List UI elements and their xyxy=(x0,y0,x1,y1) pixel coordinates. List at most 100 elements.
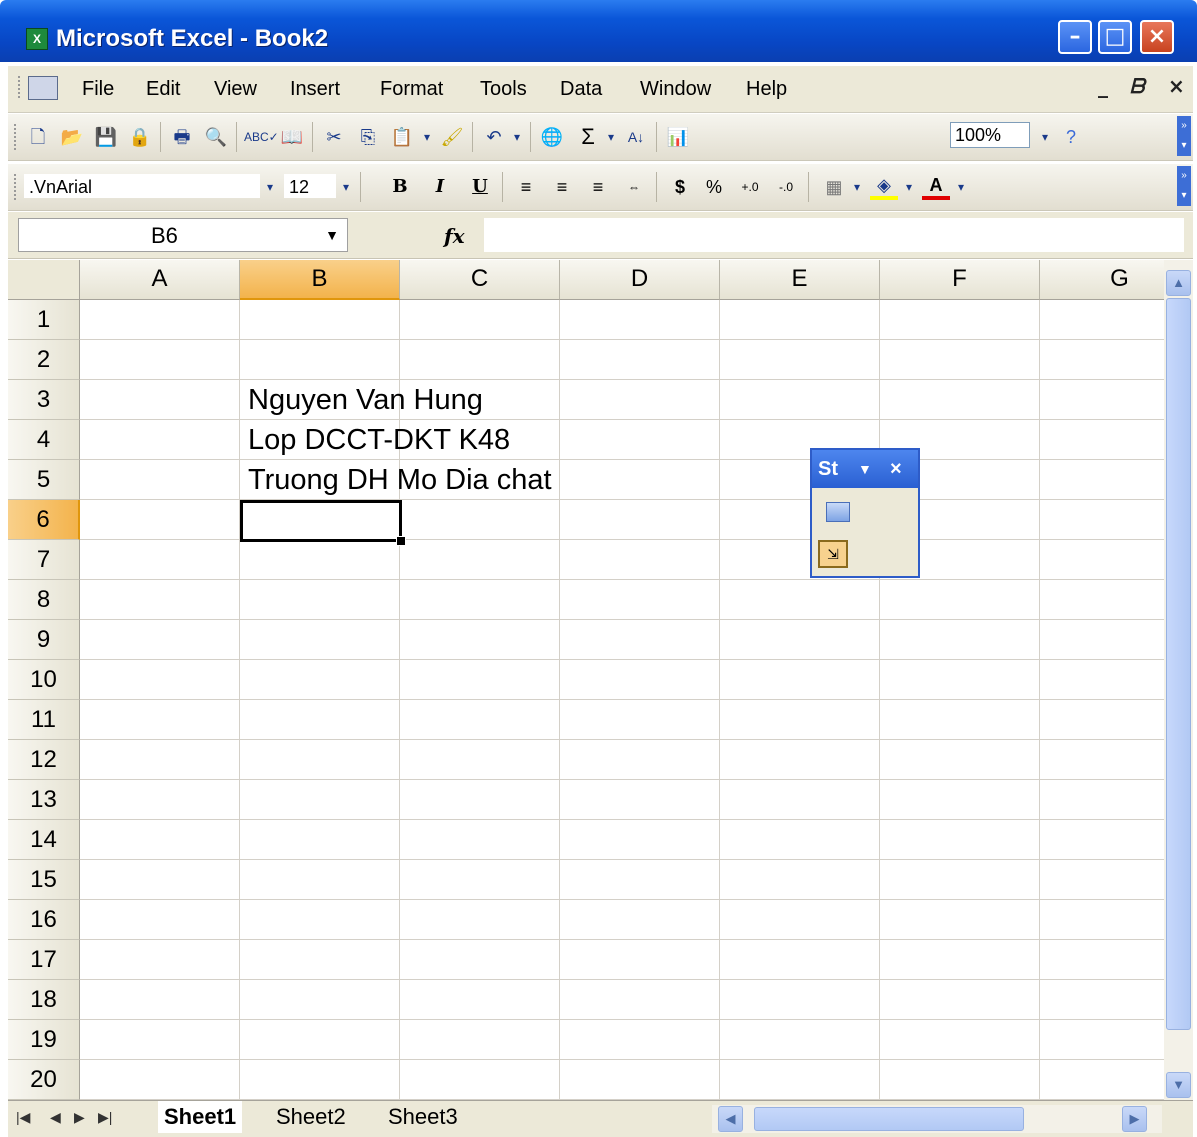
row-header[interactable]: 5 xyxy=(8,460,80,500)
row-header[interactable]: 1 xyxy=(8,300,80,340)
row-header[interactable]: 4 xyxy=(8,420,80,460)
menu-window[interactable]: Window xyxy=(640,78,711,101)
worksheet-grid[interactable]: A B C D E F G 1 2 3 4 5 6 7 8 9 10 11 12… xyxy=(8,260,1164,1100)
zoom-dropdown-icon[interactable]: ▾ xyxy=(1038,124,1052,150)
menu-format[interactable]: Format xyxy=(380,78,443,101)
sort-ascending-icon[interactable]: A↓ xyxy=(622,124,650,150)
toolbar-grip[interactable] xyxy=(18,76,23,98)
row-header[interactable]: 15 xyxy=(8,860,80,900)
open-icon[interactable]: 📂 xyxy=(58,124,86,150)
formula-input[interactable] xyxy=(484,218,1184,252)
copy-icon[interactable]: ⎘ xyxy=(354,124,382,150)
row-header[interactable]: 11 xyxy=(8,700,80,740)
toolbar-grip[interactable] xyxy=(14,124,19,150)
toolbar-grip[interactable] xyxy=(14,174,19,200)
row-header[interactable]: 8 xyxy=(8,580,80,620)
fill-handle[interactable] xyxy=(396,536,406,546)
row-header[interactable]: 13 xyxy=(8,780,80,820)
tab-sheet3[interactable]: Sheet3 xyxy=(388,1101,458,1133)
autosum-dropdown-icon[interactable]: ▾ xyxy=(604,124,618,150)
workbook-icon[interactable] xyxy=(28,76,58,100)
fill-color-icon[interactable]: ◈ xyxy=(870,174,898,200)
minimize-button[interactable]: – xyxy=(1058,20,1092,54)
prev-sheet-icon[interactable]: ◀ xyxy=(50,1109,61,1126)
vertical-scrollbar[interactable]: ▲ ▼ xyxy=(1164,260,1193,1100)
scroll-left-icon[interactable]: ◀ xyxy=(718,1106,743,1132)
font-color-dropdown-icon[interactable]: ▾ xyxy=(954,174,968,200)
scroll-up-icon[interactable]: ▲ xyxy=(1166,270,1191,296)
horizontal-scrollbar[interactable]: ◀ ▶ xyxy=(712,1105,1162,1133)
column-header-b[interactable]: B xyxy=(240,260,400,300)
row-header[interactable]: 19 xyxy=(8,1020,80,1060)
column-header-a[interactable]: A xyxy=(80,260,240,300)
close-button[interactable]: × xyxy=(1140,20,1174,54)
research-icon[interactable]: 📖 xyxy=(278,124,306,150)
row-header[interactable]: 18 xyxy=(8,980,80,1020)
excel-icon[interactable]: X xyxy=(26,28,48,50)
row-header[interactable]: 10 xyxy=(8,660,80,700)
permission-icon[interactable]: 🔒 xyxy=(126,124,154,150)
row-header[interactable]: 14 xyxy=(8,820,80,860)
zoom-box[interactable]: 100% xyxy=(950,122,1030,148)
increase-decimal-icon[interactable]: +.0 xyxy=(736,174,764,200)
row-header[interactable]: 7 xyxy=(8,540,80,580)
font-color-button[interactable]: A xyxy=(922,174,950,200)
row-header[interactable]: 3 xyxy=(8,380,80,420)
cell-b4[interactable]: Lop DCCT-DKT K48 xyxy=(248,424,510,457)
merge-center-icon[interactable]: ⇔ xyxy=(620,174,648,200)
scroll-down-icon[interactable]: ▼ xyxy=(1166,1072,1191,1098)
menu-tools[interactable]: Tools xyxy=(480,78,527,101)
column-header-f[interactable]: F xyxy=(880,260,1040,300)
toolbar-options-icon[interactable]: ▼ xyxy=(858,450,872,488)
paste-dropdown-icon[interactable]: ▾ xyxy=(420,124,434,150)
menu-view[interactable]: View xyxy=(214,78,257,101)
menu-file[interactable]: File xyxy=(82,78,114,101)
align-left-icon[interactable]: ≡ xyxy=(512,174,540,200)
autosum-icon[interactable]: Σ xyxy=(574,124,602,150)
column-header-d[interactable]: D xyxy=(560,260,720,300)
row-header[interactable]: 2 xyxy=(8,340,80,380)
close-icon[interactable]: × xyxy=(890,450,902,488)
decrease-decimal-icon[interactable]: -.0 xyxy=(772,174,800,200)
paste-icon[interactable]: 📋 xyxy=(388,124,416,150)
maximize-button[interactable]: □ xyxy=(1098,20,1132,54)
doc-close-icon[interactable]: × xyxy=(1168,74,1185,98)
borders-dropdown-icon[interactable]: ▾ xyxy=(850,174,864,200)
cell-b3[interactable]: Nguyen Van Hung xyxy=(248,384,483,417)
doc-restore-icon[interactable]: ᗷ xyxy=(1130,74,1144,98)
save-icon[interactable]: 💾 xyxy=(92,124,120,150)
currency-button[interactable]: $ xyxy=(668,174,692,200)
row-header[interactable]: 20 xyxy=(8,1060,80,1100)
next-sheet-icon[interactable]: ▶ xyxy=(74,1109,85,1126)
italic-button[interactable]: I xyxy=(428,174,452,200)
stop-recording-toolbar[interactable]: St ▼ × ⇲ xyxy=(810,448,920,578)
floating-toolbar-header[interactable]: St ▼ × xyxy=(812,450,918,488)
name-box-dropdown-icon[interactable]: ▼ xyxy=(317,219,347,251)
align-right-icon[interactable]: ≡ xyxy=(584,174,612,200)
menu-insert[interactable]: Insert xyxy=(290,78,340,101)
menu-help[interactable]: Help xyxy=(746,78,787,101)
new-icon[interactable]: 🗋 xyxy=(24,124,52,150)
name-box[interactable]: B6 ▼ xyxy=(18,218,348,252)
doc-minimize-icon[interactable]: _ xyxy=(1098,74,1108,98)
row-header-active[interactable]: 6 xyxy=(8,500,80,540)
first-sheet-icon[interactable]: |◀ xyxy=(16,1109,30,1126)
cut-icon[interactable]: ✂ xyxy=(320,124,348,150)
fill-color-dropdown-icon[interactable]: ▾ xyxy=(902,174,916,200)
row-header[interactable]: 9 xyxy=(8,620,80,660)
row-header[interactable]: 12 xyxy=(8,740,80,780)
row-header[interactable]: 17 xyxy=(8,940,80,980)
vertical-scroll-thumb[interactable] xyxy=(1166,298,1191,1030)
insert-function-icon[interactable]: fx xyxy=(444,224,465,248)
select-all-corner[interactable] xyxy=(8,260,80,300)
last-sheet-icon[interactable]: ▶| xyxy=(98,1109,112,1126)
toolbar-options-icon[interactable]: » ▾ xyxy=(1177,116,1191,156)
stop-recording-icon[interactable] xyxy=(826,502,850,522)
tab-sheet2[interactable]: Sheet2 xyxy=(276,1101,346,1133)
column-header-c[interactable]: C xyxy=(400,260,560,300)
hyperlink-icon[interactable]: 🌐 xyxy=(538,124,566,150)
font-size-dropdown-icon[interactable]: ▾ xyxy=(338,174,354,200)
chart-wizard-icon[interactable]: 📊 xyxy=(664,124,692,150)
column-header-g[interactable]: G xyxy=(1040,260,1164,300)
column-header-e[interactable]: E xyxy=(720,260,880,300)
